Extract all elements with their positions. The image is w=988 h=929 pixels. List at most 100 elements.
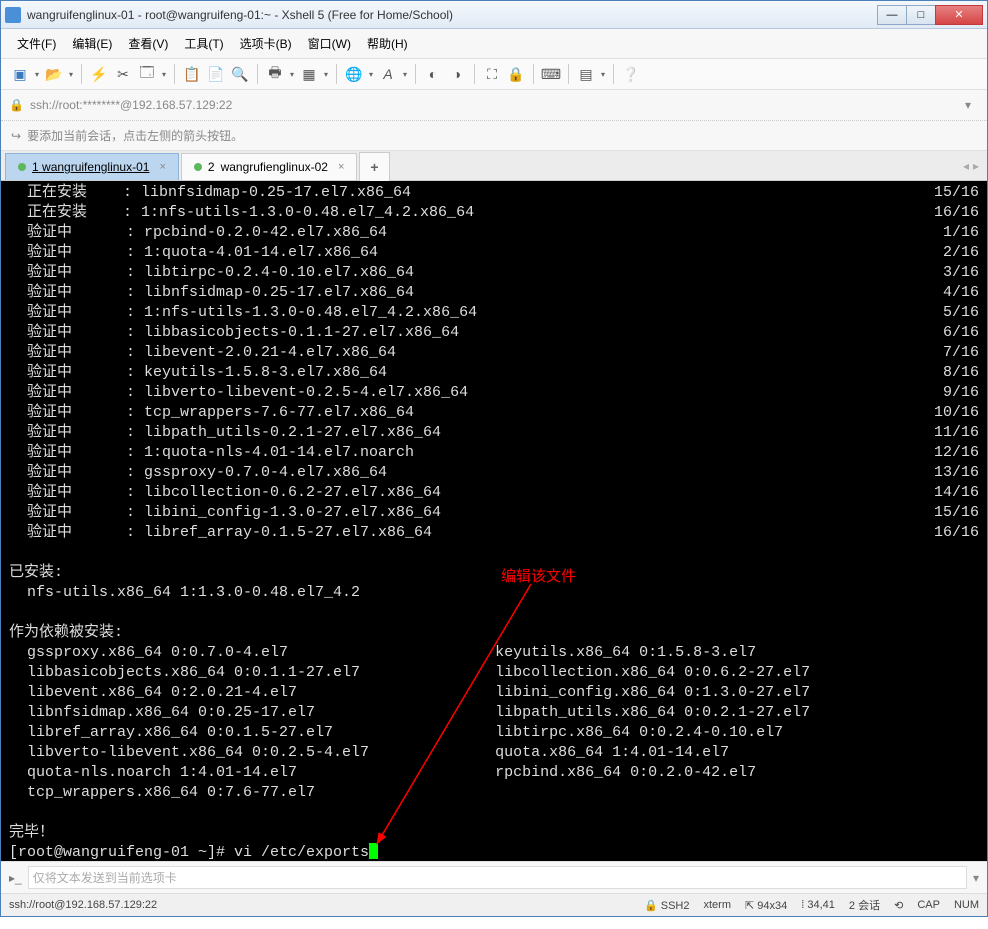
status-cap: CAP — [917, 899, 940, 911]
send-options-button[interactable]: ▾ — [973, 871, 979, 885]
tool-a-button[interactable]: ◐ — [422, 63, 444, 85]
terminal-line: 验证中 : 1:nfs-utils-1.3.0-0.48.el7_4.2.x86… — [9, 303, 979, 323]
terminal-line: 正在安装 : libnfsidmap-0.25-17.el7.x86_6415/… — [9, 183, 979, 203]
terminal-line: 验证中 : libtirpc-0.2.4-0.10.el7.x86_643/16 — [9, 263, 979, 283]
new-session-button[interactable]: ▣ — [9, 63, 41, 85]
view-mode-button[interactable]: ▤ — [575, 63, 607, 85]
copy-button[interactable]: 📋 — [181, 63, 203, 85]
window-title: wangruifenglinux-01 - root@wangruifeng-0… — [27, 8, 878, 22]
menu-edit[interactable]: 编辑(E) — [64, 31, 120, 56]
lock-button[interactable]: 🔒 — [505, 63, 527, 85]
toolbar-separator — [81, 64, 82, 84]
menu-file[interactable]: 文件(F) — [9, 31, 64, 56]
tab-next-button[interactable]: ▸ — [973, 159, 979, 173]
terminal-line: 验证中 : libpath_utils-0.2.1-27.el7.x86_641… — [9, 423, 979, 443]
tab-label: wangrufienglinux-02 — [221, 160, 328, 174]
annotation-arrow-icon — [371, 579, 541, 849]
terminal-line: 验证中 : libnfsidmap-0.25-17.el7.x86_644/16 — [9, 283, 979, 303]
reconnect-button[interactable]: ⚡ — [88, 63, 110, 85]
app-window: wangruifenglinux-01 - root@wangruifeng-0… — [0, 0, 988, 917]
properties-button[interactable]: 🗔 — [136, 63, 168, 85]
menubar: 文件(F) 编辑(E) 查看(V) 工具(T) 选项卡(B) 窗口(W) 帮助(… — [1, 29, 987, 59]
toolbar-separator — [336, 64, 337, 84]
terminal-line: 验证中 : rpcbind-0.2.0-42.el7.x86_641/16 — [9, 223, 979, 243]
status-pos: ⁞ 34,41 — [801, 899, 835, 911]
status-size: ⇱ 94x34 — [745, 899, 787, 912]
send-input[interactable]: 仅将文本发送到当前选项卡 — [28, 866, 967, 889]
toolbar-separator — [174, 64, 175, 84]
toolbar-separator — [613, 64, 614, 84]
font-button[interactable]: A — [377, 63, 409, 85]
tab-number: 1 — [32, 160, 39, 174]
menu-tab[interactable]: 选项卡(B) — [232, 31, 300, 56]
toolbar-separator — [474, 64, 475, 84]
toolbar-separator — [568, 64, 569, 84]
terminal[interactable]: 编辑该文件 正在安装 : libnfsidmap-0.25-17.el7.x86… — [1, 181, 987, 861]
new-tab-button[interactable]: + — [359, 152, 389, 181]
fullscreen-button[interactable]: ⛶ — [481, 63, 503, 85]
status-dot-icon — [18, 163, 26, 171]
tab-close-icon[interactable]: × — [159, 161, 165, 173]
terminal-line: 验证中 : gssproxy-0.7.0-4.el7.x86_6413/16 — [9, 463, 979, 483]
terminal-line: 验证中 : keyutils-1.5.8-3.el7.x86_648/16 — [9, 363, 979, 383]
status-proto: 🔒 SSH2 — [644, 899, 690, 912]
menu-view[interactable]: 查看(V) — [120, 31, 176, 56]
find-button[interactable]: 🔍 — [229, 63, 251, 85]
tab-session-2[interactable]: 2 wangrufienglinux-02 × — [181, 153, 358, 180]
tab-close-icon[interactable]: × — [338, 161, 344, 173]
terminal-line: 正在安装 : 1:nfs-utils-1.3.0-0.48.el7_4.2.x8… — [9, 203, 979, 223]
terminal-line: 验证中 : libverto-libevent-0.2.5-4.el7.x86_… — [9, 383, 979, 403]
status-connection: ssh://root@192.168.57.129:22 — [9, 899, 157, 911]
tab-prev-button[interactable]: ◂ — [963, 159, 969, 173]
address-dropdown-button[interactable]: ▾ — [957, 94, 979, 116]
keyboard-button[interactable]: ⌨ — [540, 63, 562, 85]
terminal-line: 验证中 : libref_array-0.1.5-27.el7.x86_6416… — [9, 523, 979, 543]
app-icon — [5, 7, 21, 23]
menu-help[interactable]: 帮助(H) — [359, 31, 416, 56]
statusbar: ssh://root@192.168.57.129:22 🔒 SSH2 xter… — [1, 893, 987, 916]
terminal-line: 验证中 : 1:quota-nls-4.01-14.el7.noarch12/1… — [9, 443, 979, 463]
send-bar: ▸_ 仅将文本发送到当前选项卡 ▾ — [1, 861, 987, 893]
terminal-line: 验证中 : tcp_wrappers-7.6-77.el7.x86_6410/1… — [9, 403, 979, 423]
help-button[interactable]: ❔ — [620, 63, 642, 85]
terminal-icon: ▸_ — [9, 871, 22, 885]
terminal-line: 验证中 : libevent-2.0.21-4.el7.x86_647/16 — [9, 343, 979, 363]
tab-session-1[interactable]: 1 wangruifenglinux-01 × — [5, 153, 179, 180]
terminal-line: 验证中 : libbasicobjects-0.1.1-27.el7.x86_6… — [9, 323, 979, 343]
status-link-icon: ⟲ — [894, 899, 903, 912]
status-num: NUM — [954, 899, 979, 911]
tab-label: wangruifenglinux-01 — [42, 160, 149, 174]
print-button[interactable]: 🖶 — [264, 63, 296, 85]
hint-text: 要添加当前会话，点击左侧的箭头按钮。 — [27, 127, 243, 144]
address-text[interactable]: ssh://root:********@192.168.57.129:22 — [30, 98, 951, 112]
close-button[interactable]: ✕ — [935, 5, 983, 25]
status-dot-icon — [194, 163, 202, 171]
toolbar: ▣ 📂 ⚡ ✂ 🗔 📋 📄 🔍 🖶 ▦ 🌐 A ◐ ◑ ⛶ 🔒 ⌨ ▤ ❔ — [1, 59, 987, 90]
terminal-line: 验证中 : 1:quota-4.01-14.el7.x86_642/16 — [9, 243, 979, 263]
tab-nav: ◂ ▸ — [955, 159, 987, 173]
terminal-line: 验证中 : libini_config-1.3.0-27.el7.x86_641… — [9, 503, 979, 523]
menu-window[interactable]: 窗口(W) — [300, 31, 359, 56]
paste-button[interactable]: 📄 — [205, 63, 227, 85]
tab-bar: 1 wangruifenglinux-01 × 2 wangrufienglin… — [1, 151, 987, 181]
terminal-line: 验证中 : libcollection-0.6.2-27.el7.x86_641… — [9, 483, 979, 503]
tab-number: 2 — [208, 160, 215, 174]
toolbar-separator — [533, 64, 534, 84]
titlebar[interactable]: wangruifenglinux-01 - root@wangruifeng-0… — [1, 1, 987, 29]
menu-tools[interactable]: 工具(T) — [176, 31, 231, 56]
disconnect-button[interactable]: ✂ — [112, 63, 134, 85]
addressbar: 🔒 ssh://root:********@192.168.57.129:22 … — [1, 90, 987, 121]
arrow-icon[interactable]: ↪ — [11, 129, 21, 143]
maximize-button[interactable]: □ — [906, 5, 936, 25]
open-button[interactable]: 📂 — [43, 63, 75, 85]
status-sessions: 2 会话 — [849, 897, 880, 913]
layout-button[interactable]: ▦ — [298, 63, 330, 85]
web-button[interactable]: 🌐 — [343, 63, 375, 85]
status-term: xterm — [703, 899, 731, 911]
toolbar-separator — [257, 64, 258, 84]
minimize-button[interactable]: — — [877, 5, 907, 25]
toolbar-separator — [415, 64, 416, 84]
lock-icon: 🔒 — [9, 98, 24, 112]
tool-b-button[interactable]: ◑ — [446, 63, 468, 85]
hint-bar: ↪ 要添加当前会话，点击左侧的箭头按钮。 — [1, 121, 987, 151]
